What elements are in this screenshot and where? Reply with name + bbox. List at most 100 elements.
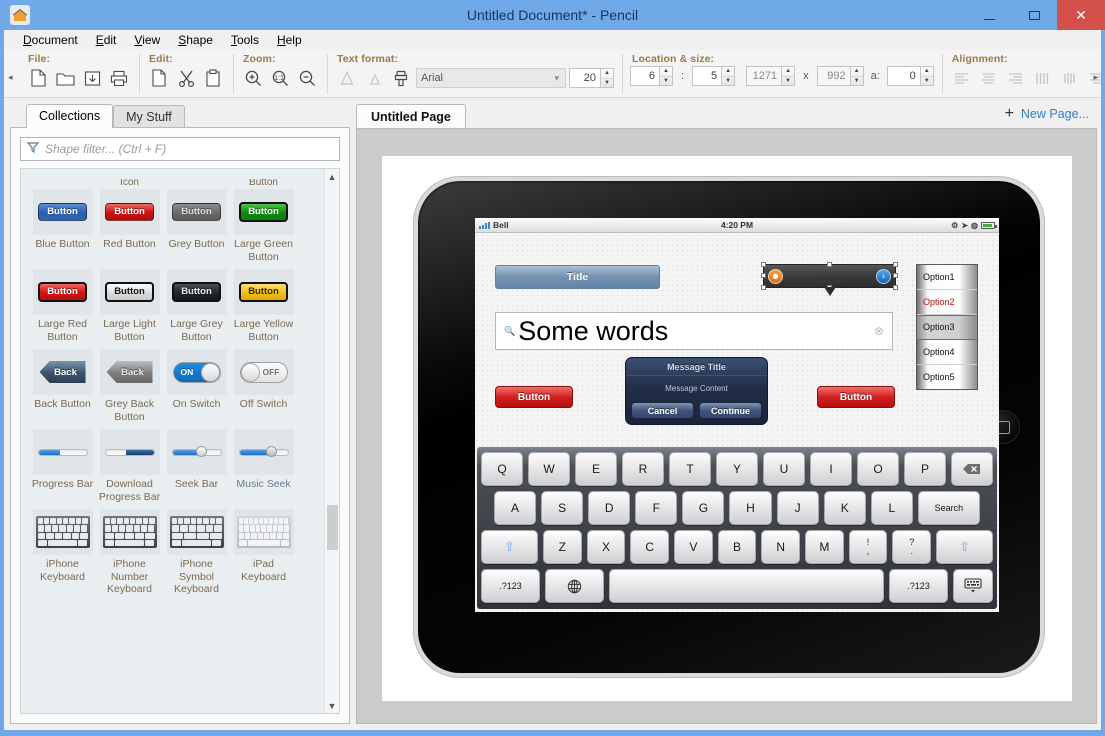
angle-stepper[interactable]: ▲ ▼ [920, 66, 934, 86]
list-item[interactable]: OFF Off Switch [230, 349, 297, 429]
font-increase-icon[interactable] [335, 66, 359, 90]
drawing-canvas[interactable]: Bell 4:20 PM ⚙ ➤ ◍ Title ☻ › 🔍 Some word… [356, 128, 1097, 724]
list-item-option5[interactable]: Option5 [917, 365, 977, 389]
globe-icon[interactable] [544, 569, 604, 603]
red-button-left[interactable]: Button [495, 386, 573, 408]
clear-circle-icon[interactable]: ⊗ [874, 324, 884, 338]
list-item[interactable]: Button Large Grey Button [163, 269, 230, 349]
selection-handle[interactable] [893, 273, 898, 278]
shape-filter-input[interactable]: Shape filter... (Ctrl + F) [20, 137, 340, 161]
align-left-icon[interactable] [950, 66, 974, 90]
title-bar-widget[interactable]: Title [495, 265, 660, 289]
list-item[interactable]: Button Red Button [96, 189, 163, 269]
new-page-button[interactable]: + New Page... [1005, 106, 1089, 122]
list-item[interactable]: Button Blue Button [29, 189, 96, 269]
key-o[interactable]: O [857, 452, 899, 486]
message-dialog-widget[interactable]: Message Title Message Content Cancel Con… [625, 357, 768, 425]
zoom-in-icon[interactable] [241, 66, 265, 90]
backspace-icon[interactable] [951, 452, 993, 486]
chevron-right-circle-icon[interactable]: › [876, 268, 891, 284]
key-x[interactable]: X [586, 530, 626, 564]
key-d[interactable]: D [588, 491, 631, 525]
key-g[interactable]: G [682, 491, 725, 525]
menu-shape[interactable]: Shape [169, 31, 222, 49]
zoom-out-icon[interactable] [295, 66, 319, 90]
key-numeric-right[interactable]: .?123 [889, 569, 949, 603]
key-w[interactable]: W [528, 452, 570, 486]
size-height-input[interactable]: 992 [816, 66, 851, 86]
list-item[interactable]: iPhone Number Keyboard [96, 509, 163, 602]
toolbar-scroll-left[interactable]: ◂ [8, 72, 13, 83]
list-item[interactable]: Back Grey Back Button [96, 349, 163, 429]
selection-handle[interactable] [826, 262, 832, 267]
menu-tools[interactable]: Tools [222, 31, 268, 49]
key-exclaim-comma[interactable]: ! , [848, 530, 888, 564]
tab-untitled-page[interactable]: Untitled Page [356, 104, 466, 129]
key-e[interactable]: E [575, 452, 617, 486]
option-list-widget[interactable]: Option1 Option2 Option3 Option4 Option5 [916, 264, 978, 390]
minimize-button[interactable] [967, 0, 1012, 30]
location-y-stepper[interactable]: ▲ ▼ [722, 66, 736, 86]
menu-help[interactable]: Help [268, 31, 311, 49]
location-x-input[interactable]: 6 [630, 66, 660, 86]
cut-scissors-icon[interactable] [174, 66, 198, 90]
distribute-vertical-icon[interactable] [1058, 66, 1082, 90]
size-height-stepper[interactable]: ▲ ▼ [850, 66, 864, 86]
search-field-widget[interactable]: 🔍 Some words ⊗ [495, 312, 893, 350]
ipad-keyboard-widget[interactable]: Q W E R T Y U I O P A S D F G H J K L Se… [477, 447, 997, 609]
location-x-stepper[interactable]: ▲ ▼ [660, 66, 673, 86]
font-size-input[interactable]: 20 [569, 68, 601, 88]
list-item[interactable]: iPhone Symbol Keyboard [163, 509, 230, 602]
distribute-horizontal-icon[interactable] [1031, 66, 1055, 90]
copy-icon[interactable] [147, 66, 171, 90]
toolbar-scroll-right[interactable]: ▸ [1093, 72, 1098, 83]
list-item-option3[interactable]: Option3 [917, 314, 977, 341]
new-document-icon[interactable] [26, 66, 50, 90]
location-y-input[interactable]: 5 [692, 66, 723, 86]
ipad-device-shape[interactable]: Bell 4:20 PM ⚙ ➤ ◍ Title ☻ › 🔍 Some word… [418, 181, 1040, 673]
close-button[interactable]: ✕ [1057, 0, 1105, 30]
selection-handle[interactable] [893, 285, 898, 290]
key-question-period[interactable]: ? . [892, 530, 932, 564]
selection-handle[interactable] [826, 285, 832, 290]
key-a[interactable]: A [494, 491, 537, 525]
list-item[interactable]: Progress Bar [29, 429, 96, 509]
selection-handle[interactable] [761, 262, 766, 267]
hide-keyboard-icon[interactable] [953, 569, 993, 603]
format-painter-icon[interactable] [389, 66, 413, 90]
key-j[interactable]: J [776, 491, 819, 525]
key-b[interactable]: B [717, 530, 757, 564]
list-item[interactable]: Download Progress Bar [96, 429, 163, 509]
font-family-select[interactable]: Arial ▾ [416, 68, 566, 88]
key-t[interactable]: T [669, 452, 711, 486]
nav-bar-widget[interactable]: ☻ › [761, 262, 898, 296]
shift-up-icon-left[interactable]: ⇧ [481, 530, 538, 564]
print-icon[interactable] [107, 66, 131, 90]
font-decrease-icon[interactable] [362, 66, 386, 90]
menu-edit[interactable]: Edit [87, 31, 126, 49]
size-width-stepper[interactable]: ▲ ▼ [782, 66, 796, 86]
key-k[interactable]: K [823, 491, 866, 525]
list-item[interactable]: Music Seek [230, 429, 297, 509]
red-button-right[interactable]: Button [817, 386, 895, 408]
tab-collections[interactable]: Collections [26, 104, 114, 128]
key-m[interactable]: M [805, 530, 844, 564]
angle-input[interactable]: 0 [886, 66, 921, 86]
tab-my-stuff[interactable]: My Stuff [113, 105, 185, 128]
key-i[interactable]: I [810, 452, 852, 486]
shift-up-icon-right[interactable]: ⇧ [936, 530, 994, 564]
selection-handle[interactable] [761, 273, 766, 278]
canvas-page[interactable]: Bell 4:20 PM ⚙ ➤ ◍ Title ☻ › 🔍 Some word… [382, 156, 1072, 701]
list-item[interactable]: iPhone Keyboard [29, 509, 96, 602]
key-c[interactable]: C [630, 530, 670, 564]
key-q[interactable]: Q [481, 452, 523, 486]
font-size-stepper[interactable]: ▲ ▼ [601, 68, 614, 88]
person-circle-icon[interactable]: ☻ [768, 268, 783, 284]
key-h[interactable]: H [729, 491, 772, 525]
key-r[interactable]: R [622, 452, 664, 486]
size-width-input[interactable]: 1271 [746, 66, 783, 86]
list-item[interactable]: iPad Keyboard [230, 509, 297, 602]
cancel-button[interactable]: Cancel [631, 402, 694, 419]
align-right-icon[interactable] [1004, 66, 1028, 90]
key-y[interactable]: Y [716, 452, 758, 486]
